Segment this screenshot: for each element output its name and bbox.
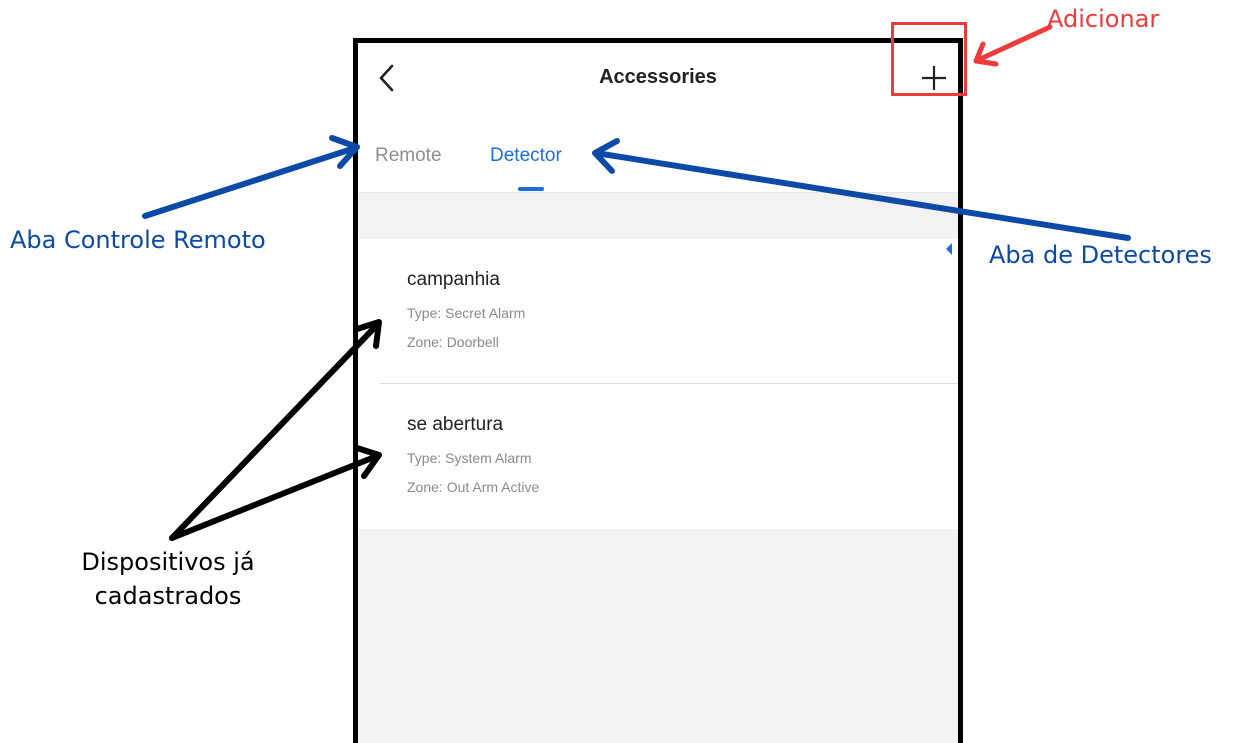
annotation-remote-tab: Aba Controle Remoto — [10, 226, 266, 254]
arrow-detector-tab — [592, 138, 1131, 241]
annotation-registered-devices: Dispositivos já cadastrados — [60, 545, 276, 613]
arrow-add — [973, 24, 1053, 67]
annotation-add: Adicionar — [1047, 5, 1160, 33]
arrow-devices — [169, 319, 382, 541]
annotation-line: cadastrados — [94, 582, 242, 610]
annotation-line: Dispositivos já — [81, 548, 255, 576]
annotation-detector-tab: Aba de Detectores — [989, 241, 1212, 269]
arrow-remote-tab — [142, 135, 360, 219]
